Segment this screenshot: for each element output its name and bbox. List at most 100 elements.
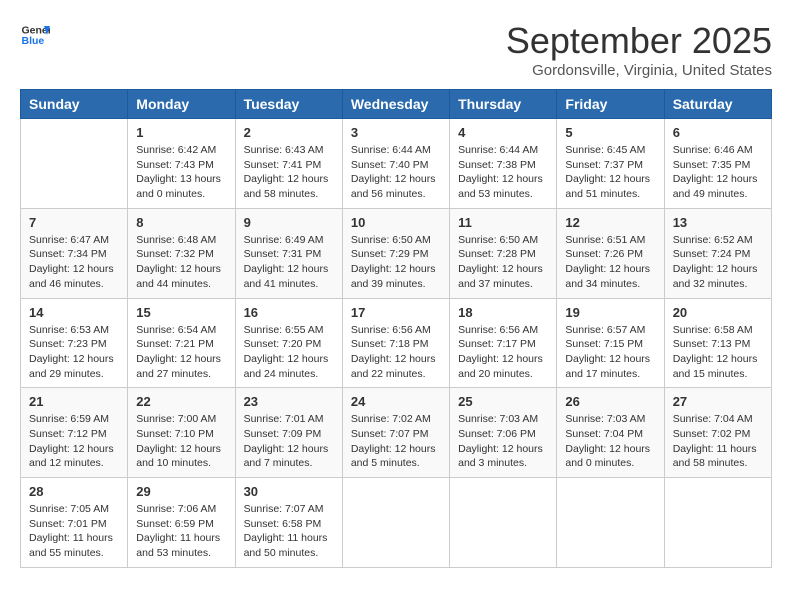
sunrise-text: Sunrise: 6:59 AM (29, 413, 109, 425)
calendar-cell: 29 Sunrise: 7:06 AM Sunset: 6:59 PM Dayl… (128, 478, 235, 568)
day-number: 27 (673, 394, 763, 409)
daylight-text: Daylight: 12 hours and 22 minutes. (351, 353, 436, 380)
cell-info: Sunrise: 6:52 AM Sunset: 7:24 PM Dayligh… (673, 233, 763, 292)
weekday-header-saturday: Saturday (664, 90, 771, 119)
sunrise-text: Sunrise: 6:42 AM (136, 144, 216, 156)
cell-info: Sunrise: 6:53 AM Sunset: 7:23 PM Dayligh… (29, 323, 119, 382)
calendar-week-row: 21 Sunrise: 6:59 AM Sunset: 7:12 PM Dayl… (21, 388, 772, 478)
calendar-cell: 18 Sunrise: 6:56 AM Sunset: 7:17 PM Dayl… (450, 298, 557, 388)
calendar-cell: 28 Sunrise: 7:05 AM Sunset: 7:01 PM Dayl… (21, 478, 128, 568)
day-number: 28 (29, 484, 119, 499)
calendar-cell: 11 Sunrise: 6:50 AM Sunset: 7:28 PM Dayl… (450, 208, 557, 298)
cell-info: Sunrise: 6:44 AM Sunset: 7:40 PM Dayligh… (351, 143, 441, 202)
calendar-cell: 8 Sunrise: 6:48 AM Sunset: 7:32 PM Dayli… (128, 208, 235, 298)
day-number: 24 (351, 394, 441, 409)
calendar-cell: 23 Sunrise: 7:01 AM Sunset: 7:09 PM Dayl… (235, 388, 342, 478)
calendar-cell: 12 Sunrise: 6:51 AM Sunset: 7:26 PM Dayl… (557, 208, 664, 298)
weekday-header-thursday: Thursday (450, 90, 557, 119)
day-number: 26 (565, 394, 655, 409)
day-number: 8 (136, 215, 226, 230)
calendar-cell: 26 Sunrise: 7:03 AM Sunset: 7:04 PM Dayl… (557, 388, 664, 478)
calendar-cell: 30 Sunrise: 7:07 AM Sunset: 6:58 PM Dayl… (235, 478, 342, 568)
daylight-text: Daylight: 11 hours and 58 minutes. (673, 443, 757, 470)
sunrise-text: Sunrise: 6:50 AM (458, 234, 538, 246)
sunset-text: Sunset: 7:20 PM (244, 338, 322, 350)
sunset-text: Sunset: 7:29 PM (351, 248, 429, 260)
daylight-text: Daylight: 12 hours and 15 minutes. (673, 353, 758, 380)
cell-info: Sunrise: 7:03 AM Sunset: 7:06 PM Dayligh… (458, 412, 548, 471)
sunset-text: Sunset: 7:24 PM (673, 248, 751, 260)
calendar-cell: 21 Sunrise: 6:59 AM Sunset: 7:12 PM Dayl… (21, 388, 128, 478)
sunrise-text: Sunrise: 6:49 AM (244, 234, 324, 246)
calendar-cell (664, 478, 771, 568)
calendar-cell: 25 Sunrise: 7:03 AM Sunset: 7:06 PM Dayl… (450, 388, 557, 478)
sunset-text: Sunset: 6:59 PM (136, 518, 214, 530)
sunrise-text: Sunrise: 6:44 AM (351, 144, 431, 156)
weekday-header-tuesday: Tuesday (235, 90, 342, 119)
cell-info: Sunrise: 6:50 AM Sunset: 7:29 PM Dayligh… (351, 233, 441, 292)
daylight-text: Daylight: 12 hours and 24 minutes. (244, 353, 329, 380)
sunrise-text: Sunrise: 6:51 AM (565, 234, 645, 246)
calendar-week-row: 14 Sunrise: 6:53 AM Sunset: 7:23 PM Dayl… (21, 298, 772, 388)
sunset-text: Sunset: 7:13 PM (673, 338, 751, 350)
calendar-cell: 3 Sunrise: 6:44 AM Sunset: 7:40 PM Dayli… (342, 119, 449, 209)
sunset-text: Sunset: 7:28 PM (458, 248, 536, 260)
daylight-text: Daylight: 11 hours and 50 minutes. (244, 532, 328, 559)
sunrise-text: Sunrise: 6:53 AM (29, 324, 109, 336)
daylight-text: Daylight: 12 hours and 27 minutes. (136, 353, 221, 380)
day-number: 5 (565, 125, 655, 140)
day-number: 9 (244, 215, 334, 230)
sunrise-text: Sunrise: 7:01 AM (244, 413, 324, 425)
calendar-cell: 6 Sunrise: 6:46 AM Sunset: 7:35 PM Dayli… (664, 119, 771, 209)
cell-info: Sunrise: 6:44 AM Sunset: 7:38 PM Dayligh… (458, 143, 548, 202)
cell-info: Sunrise: 7:05 AM Sunset: 7:01 PM Dayligh… (29, 502, 119, 561)
cell-info: Sunrise: 6:51 AM Sunset: 7:26 PM Dayligh… (565, 233, 655, 292)
day-number: 1 (136, 125, 226, 140)
calendar-cell: 5 Sunrise: 6:45 AM Sunset: 7:37 PM Dayli… (557, 119, 664, 209)
sunset-text: Sunset: 7:43 PM (136, 159, 214, 171)
day-number: 16 (244, 305, 334, 320)
calendar-table: SundayMondayTuesdayWednesdayThursdayFrid… (20, 89, 772, 568)
daylight-text: Daylight: 12 hours and 34 minutes. (565, 263, 650, 290)
sunrise-text: Sunrise: 6:43 AM (244, 144, 324, 156)
sunrise-text: Sunrise: 6:54 AM (136, 324, 216, 336)
day-number: 3 (351, 125, 441, 140)
sunrise-text: Sunrise: 6:45 AM (565, 144, 645, 156)
day-number: 10 (351, 215, 441, 230)
sunset-text: Sunset: 7:10 PM (136, 428, 214, 440)
daylight-text: Daylight: 12 hours and 46 minutes. (29, 263, 114, 290)
cell-info: Sunrise: 6:45 AM Sunset: 7:37 PM Dayligh… (565, 143, 655, 202)
day-number: 7 (29, 215, 119, 230)
daylight-text: Daylight: 13 hours and 0 minutes. (136, 173, 221, 200)
sunset-text: Sunset: 7:01 PM (29, 518, 107, 530)
sunrise-text: Sunrise: 6:52 AM (673, 234, 753, 246)
sunset-text: Sunset: 7:35 PM (673, 159, 751, 171)
daylight-text: Daylight: 12 hours and 5 minutes. (351, 443, 436, 470)
daylight-text: Daylight: 12 hours and 39 minutes. (351, 263, 436, 290)
cell-info: Sunrise: 6:55 AM Sunset: 7:20 PM Dayligh… (244, 323, 334, 382)
svg-text:Blue: Blue (22, 35, 45, 47)
daylight-text: Daylight: 12 hours and 44 minutes. (136, 263, 221, 290)
daylight-text: Daylight: 12 hours and 0 minutes. (565, 443, 650, 470)
sunset-text: Sunset: 6:58 PM (244, 518, 322, 530)
day-number: 21 (29, 394, 119, 409)
cell-info: Sunrise: 7:04 AM Sunset: 7:02 PM Dayligh… (673, 412, 763, 471)
cell-info: Sunrise: 7:00 AM Sunset: 7:10 PM Dayligh… (136, 412, 226, 471)
sunset-text: Sunset: 7:38 PM (458, 159, 536, 171)
calendar-cell: 24 Sunrise: 7:02 AM Sunset: 7:07 PM Dayl… (342, 388, 449, 478)
sunset-text: Sunset: 7:06 PM (458, 428, 536, 440)
calendar-cell (342, 478, 449, 568)
calendar-week-row: 28 Sunrise: 7:05 AM Sunset: 7:01 PM Dayl… (21, 478, 772, 568)
sunrise-text: Sunrise: 6:48 AM (136, 234, 216, 246)
sunrise-text: Sunrise: 7:07 AM (244, 503, 324, 515)
calendar-cell (557, 478, 664, 568)
calendar-cell: 2 Sunrise: 6:43 AM Sunset: 7:41 PM Dayli… (235, 119, 342, 209)
sunset-text: Sunset: 7:21 PM (136, 338, 214, 350)
daylight-text: Daylight: 11 hours and 53 minutes. (136, 532, 220, 559)
day-number: 6 (673, 125, 763, 140)
sunset-text: Sunset: 7:15 PM (565, 338, 643, 350)
daylight-text: Daylight: 12 hours and 58 minutes. (244, 173, 329, 200)
sunrise-text: Sunrise: 7:03 AM (565, 413, 645, 425)
sunset-text: Sunset: 7:07 PM (351, 428, 429, 440)
sunrise-text: Sunrise: 7:04 AM (673, 413, 753, 425)
